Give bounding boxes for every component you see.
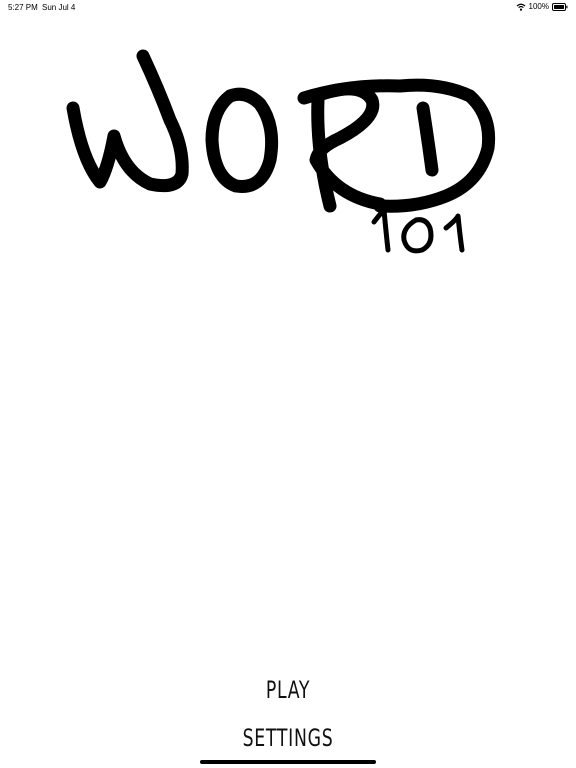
logo-letter-w [66, 49, 189, 193]
home-indicator[interactable] [200, 760, 376, 764]
logo-letter-r [309, 82, 387, 213]
logo-digit-0 [401, 217, 434, 254]
logo-letter-o [205, 87, 279, 193]
logo-digit-1a [371, 207, 391, 253]
title-screen: 5:27 PM Sun Jul 4 100% PLAY SETTINGS [0, 0, 576, 768]
play-button[interactable]: PLAY [81, 676, 496, 704]
game-logo [0, 0, 576, 270]
settings-button[interactable]: SETTINGS [81, 724, 496, 752]
logo-digit-1b [443, 213, 465, 253]
